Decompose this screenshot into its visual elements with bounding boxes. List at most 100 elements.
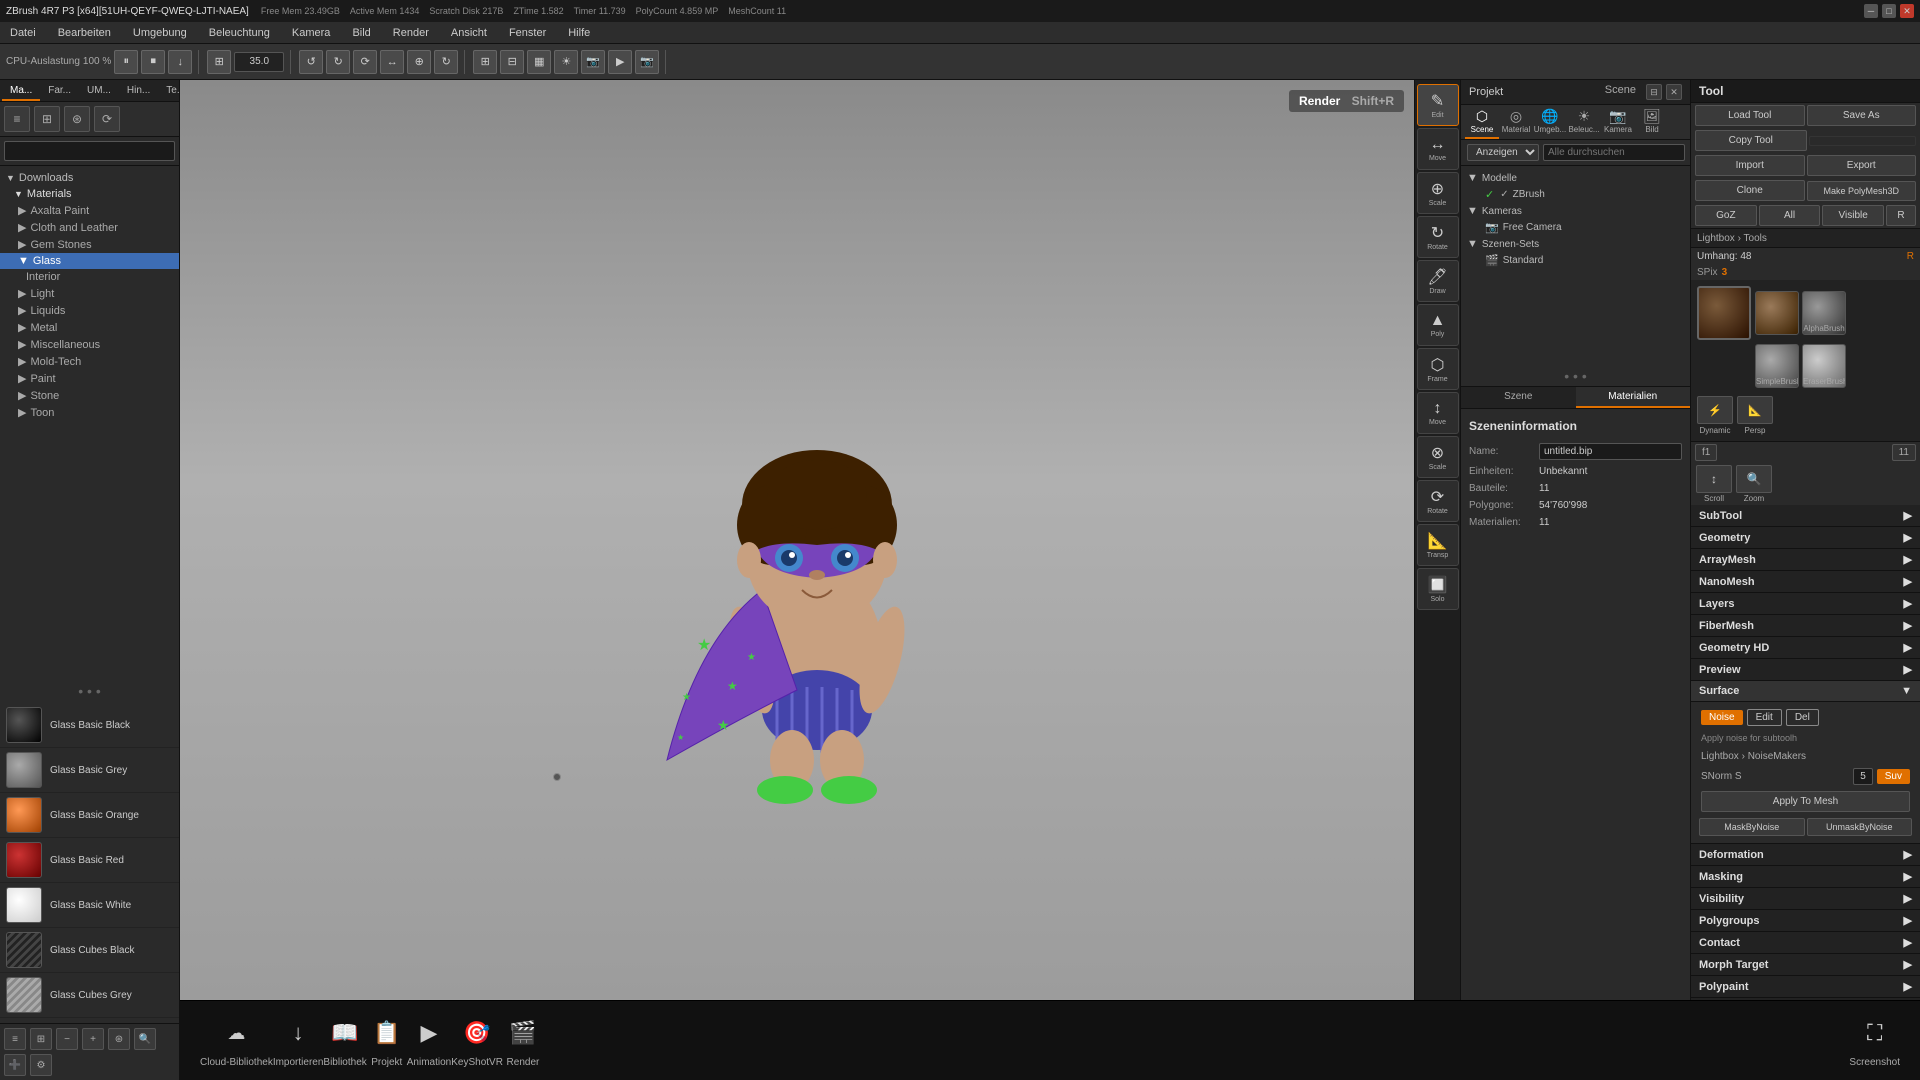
close-button[interactable]: ✕ bbox=[1900, 4, 1914, 18]
load-tool-button[interactable]: Load Tool bbox=[1695, 105, 1805, 126]
screenshot-btn2[interactable]: 📷 bbox=[635, 50, 659, 74]
tree-item-glass[interactable]: ▼Glass bbox=[0, 253, 179, 269]
visibility-section-header[interactable]: Visibility ▶ bbox=[1691, 888, 1920, 910]
brush-thumb-eraser[interactable]: EraserBrush bbox=[1802, 344, 1846, 388]
camera-button[interactable]: 📷 bbox=[581, 50, 605, 74]
tree-item-light[interactable]: ▶Light bbox=[0, 285, 179, 302]
zoom-btn[interactable]: 🔍 Zoom bbox=[1735, 465, 1773, 503]
scene-tab-scene[interactable]: ⬡ Scene bbox=[1465, 105, 1499, 139]
rotate-mode-button[interactable]: ↻ Rotate bbox=[1417, 216, 1459, 258]
refresh-button[interactable]: ⟳ bbox=[353, 50, 377, 74]
del-button[interactable]: Del bbox=[1786, 709, 1819, 726]
bottom-importieren-item[interactable]: ↓ Importieren bbox=[273, 1013, 324, 1068]
suv-button[interactable]: Suv bbox=[1877, 769, 1910, 784]
tree-item-paint[interactable]: ▶Paint bbox=[0, 370, 179, 387]
move2-button[interactable]: ↕ Move bbox=[1417, 392, 1459, 434]
brush-thumb-alpha[interactable]: AlphaBrush bbox=[1802, 291, 1846, 335]
tree-item-downloads[interactable]: ▼Downloads bbox=[0, 170, 179, 186]
main-brush-swatch[interactable] bbox=[1697, 286, 1751, 340]
mat-glass-basic-grey[interactable]: Glass Basic Grey bbox=[0, 748, 179, 793]
scene-unlock-button[interactable]: ⊟ bbox=[1646, 84, 1662, 100]
solo-button[interactable]: 🔲 Solo bbox=[1417, 568, 1459, 610]
bottom-bibliothek-item[interactable]: 📖 Bibliothek bbox=[323, 1013, 366, 1068]
menu-ansicht[interactable]: Ansicht bbox=[447, 25, 491, 41]
lib-bt-zoom-out-icon[interactable]: − bbox=[56, 1028, 78, 1050]
masking-section-header[interactable]: Masking ▶ bbox=[1691, 866, 1920, 888]
lib-tab-far[interactable]: Far... bbox=[40, 82, 79, 101]
preview-section-header[interactable]: Preview ▶ bbox=[1691, 659, 1920, 681]
tree-item-cloth-leather[interactable]: ▶Cloth and Leather bbox=[0, 219, 179, 236]
stree-free-camera[interactable]: 📷 Free Camera bbox=[1461, 219, 1690, 236]
scale2-button[interactable]: ⊗ Scale bbox=[1417, 436, 1459, 478]
fibermesh-section-header[interactable]: FiberMesh ▶ bbox=[1691, 615, 1920, 637]
lib-icon-refresh[interactable]: ⟳ bbox=[94, 106, 120, 132]
lib-bt-zoom-in-icon[interactable]: + bbox=[82, 1028, 104, 1050]
persp-btn[interactable]: 📐 Persp bbox=[1737, 396, 1773, 435]
rotate-button[interactable]: ↻ bbox=[434, 50, 458, 74]
dynamic-btn[interactable]: ⚡ Dynamic bbox=[1697, 396, 1733, 435]
bottom-render-item[interactable]: 🎬 Render bbox=[503, 1013, 543, 1068]
export-button[interactable]: Export bbox=[1807, 155, 1917, 176]
undo-button[interactable]: ↺ bbox=[299, 50, 323, 74]
mat-glass-basic-white[interactable]: Glass Basic White bbox=[0, 883, 179, 928]
subtool-section-header[interactable]: SubTool ▶ bbox=[1691, 505, 1920, 527]
scene-tab-material[interactable]: ◎ Material bbox=[1499, 105, 1533, 139]
tree-item-stone[interactable]: ▶Stone bbox=[0, 387, 179, 404]
scene-szene-tab[interactable]: Szene bbox=[1461, 387, 1576, 408]
apply-to-mesh-button[interactable]: Apply To Mesh bbox=[1701, 791, 1910, 812]
menu-datei[interactable]: Datei bbox=[6, 25, 40, 41]
scene-tab-beleuc[interactable]: ☀ Beleuc... bbox=[1567, 105, 1601, 139]
mat-glass-basic-orange[interactable]: Glass Basic Orange bbox=[0, 793, 179, 838]
edit-mode-button[interactable]: ✎ Edit bbox=[1417, 84, 1459, 126]
scene-tab-bild[interactable]: 🖼 Bild bbox=[1635, 105, 1669, 139]
stree-zbrush[interactable]: ✓ ✓ ZBrush bbox=[1461, 186, 1690, 203]
tree-item-metal[interactable]: ▶Metal bbox=[0, 319, 179, 336]
menu-kamera[interactable]: Kamera bbox=[288, 25, 335, 41]
layers-section-header[interactable]: Layers ▶ bbox=[1691, 593, 1920, 615]
tree-item-mold-tech[interactable]: ▶Mold-Tech bbox=[0, 353, 179, 370]
menu-umgebung[interactable]: Umgebung bbox=[129, 25, 191, 41]
scene-search-input[interactable] bbox=[1543, 144, 1685, 161]
lib-bt-magnify-icon[interactable]: 🔍 bbox=[134, 1028, 156, 1050]
anzeigen-select[interactable]: Anzeigen bbox=[1467, 144, 1539, 161]
bottom-screenshot-item[interactable]: ⛶ Screenshot bbox=[1849, 1013, 1900, 1068]
scale-button[interactable]: ⊕ bbox=[407, 50, 431, 74]
import-button[interactable]: Import bbox=[1695, 155, 1805, 176]
mat-glass-basic-red[interactable]: Glass Basic Red bbox=[0, 838, 179, 883]
transp-button[interactable]: 📐 Transp bbox=[1417, 524, 1459, 566]
lib-tab-um[interactable]: UM... bbox=[79, 82, 119, 101]
scene-tab-kamera[interactable]: 📷 Kamera bbox=[1601, 105, 1635, 139]
menu-bearbeiten[interactable]: Bearbeiten bbox=[54, 25, 115, 41]
lib-bt-add-icon[interactable]: ➕ bbox=[4, 1054, 26, 1076]
move-button[interactable]: ↔ bbox=[380, 50, 404, 74]
geometry-hd-section-header[interactable]: Geometry HD ▶ bbox=[1691, 637, 1920, 659]
tree-item-miscellaneous[interactable]: ▶Miscellaneous bbox=[0, 336, 179, 353]
arrow-button[interactable]: ↓ bbox=[168, 50, 192, 74]
deformation-section-header[interactable]: Deformation ▶ bbox=[1691, 844, 1920, 866]
scene-materialien-tab[interactable]: Materialien bbox=[1576, 387, 1691, 408]
tree-item-gem-stones[interactable]: ▶Gem Stones bbox=[0, 236, 179, 253]
brush-thumb-standard[interactable] bbox=[1755, 291, 1799, 335]
unmaskbynoise-button[interactable]: UnmaskByNoise bbox=[1807, 818, 1913, 836]
bottom-cloud-item[interactable]: ☁ Cloud-Bibliothek bbox=[200, 1013, 273, 1068]
lib-bt-list-icon[interactable]: ≡ bbox=[4, 1028, 26, 1050]
zoom-input[interactable]: 35.0 bbox=[234, 52, 284, 72]
tree-item-liquids[interactable]: ▶Liquids bbox=[0, 302, 179, 319]
maskbynoise-button[interactable]: MaskByNoise bbox=[1699, 818, 1805, 836]
polygroups-section-header[interactable]: Polygroups ▶ bbox=[1691, 910, 1920, 932]
surface-section-header[interactable]: Surface ▼ bbox=[1691, 681, 1920, 702]
bottom-keyshotvr-item[interactable]: 🎯 KeyShotVR bbox=[451, 1013, 503, 1068]
lib-tab-materials[interactable]: Ma... bbox=[2, 82, 40, 101]
zoom-icon[interactable]: ⊞ bbox=[207, 50, 231, 74]
minimize-button[interactable]: ─ bbox=[1864, 4, 1878, 18]
poly-button[interactable]: ▲ Poly bbox=[1417, 304, 1459, 346]
visible-button[interactable]: Visible bbox=[1822, 205, 1884, 226]
brush-thumb-simple[interactable]: SimpleBrush bbox=[1755, 344, 1799, 388]
scene-close-button[interactable]: ✕ bbox=[1666, 84, 1682, 100]
move-mode-button[interactable]: ↔ Move bbox=[1417, 128, 1459, 170]
lib-icon-list[interactable]: ≡ bbox=[4, 106, 30, 132]
menu-fenster[interactable]: Fenster bbox=[505, 25, 550, 41]
mat-glass-cubes-black[interactable]: Glass Cubes Black bbox=[0, 928, 179, 973]
menu-bild[interactable]: Bild bbox=[348, 25, 374, 41]
render-btn2[interactable]: ▶ bbox=[608, 50, 632, 74]
